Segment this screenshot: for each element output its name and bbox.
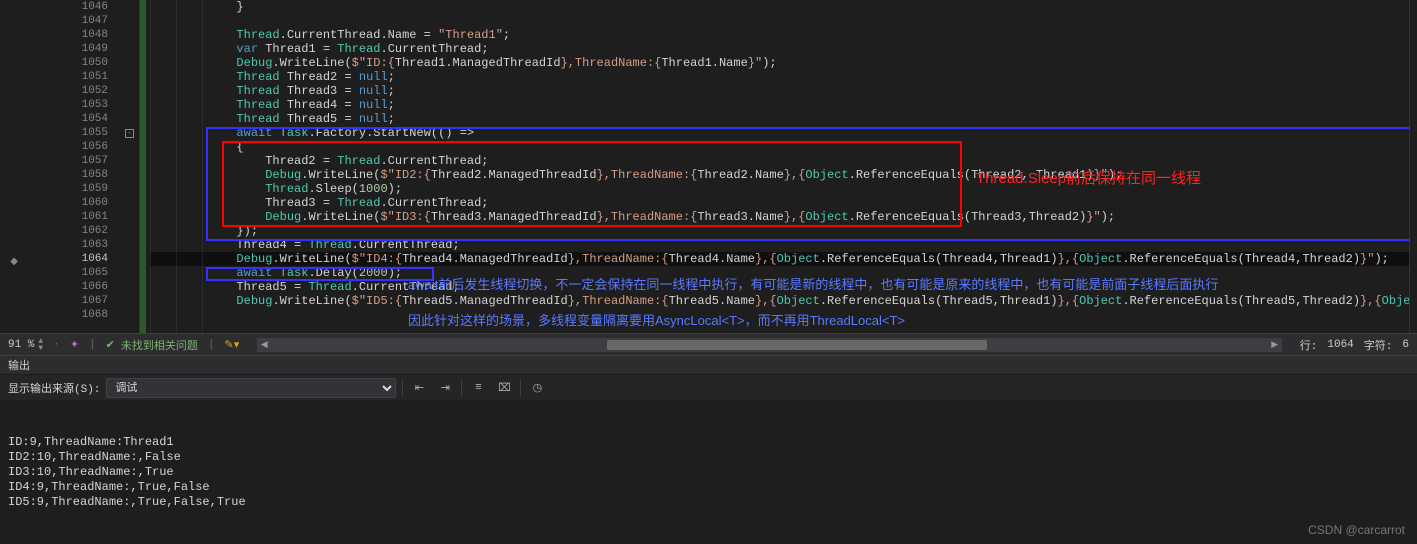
clock-icon[interactable]: ◷: [527, 378, 547, 398]
indent-right-icon[interactable]: ⇥: [435, 378, 455, 398]
breakpoint-margin[interactable]: ◆: [0, 0, 24, 333]
output-header[interactable]: 输出: [0, 355, 1417, 375]
indent-left-icon[interactable]: ⇤: [409, 378, 429, 398]
output-body[interactable]: ID:9,ThreadName:Thread1ID2:10,ThreadName…: [0, 401, 1417, 544]
fold-toggle-icon[interactable]: -: [125, 129, 134, 138]
annotation-blue-1: await前后发生线程切换，不一定会保持在同一线程中执行，有可能是新的线程中，也…: [408, 278, 1218, 292]
cursor-line-label: 行:: [1300, 337, 1318, 353]
annotation-blue-2: 因此针对这样的场景，多线程变量隔离要用AsyncLocal<T>，而不再用Thr…: [408, 314, 905, 328]
cursor-line-value: 1064: [1327, 339, 1353, 351]
output-toolbar: 显示输出来源(S): 调试 ⇤ ⇥ ≡ ⌧ ◷: [0, 375, 1417, 401]
zoom-stepper-icon[interactable]: ▲▼: [38, 338, 43, 352]
issues-status[interactable]: ✔ 未找到相关问题: [106, 337, 198, 353]
zoom-control[interactable]: 91 % ▲▼: [8, 338, 43, 352]
health-icon[interactable]: ✦: [70, 338, 79, 352]
toggle-list-icon[interactable]: ≡: [468, 378, 488, 398]
brush-icon[interactable]: ✎▾: [224, 338, 239, 352]
check-icon: ✔: [106, 338, 115, 352]
scroll-left-icon[interactable]: ◀: [257, 338, 271, 352]
output-title: 输出: [8, 357, 30, 373]
cursor-char-value: 6: [1402, 339, 1409, 351]
line-numbers: 1046104710481049105010511052105310541055…: [24, 0, 122, 333]
clear-icon[interactable]: ⌧: [494, 378, 514, 398]
scroll-right-icon[interactable]: ▶: [1268, 338, 1282, 352]
output-source-select[interactable]: 调试: [106, 378, 396, 398]
code-editor[interactable]: ◆ 10461047104810491050105110521053105410…: [0, 0, 1417, 333]
output-panel: 输出 显示输出来源(S): 调试 ⇤ ⇥ ≡ ⌧ ◷ ID:9,ThreadNa…: [0, 355, 1417, 544]
cursor-char-label: 字符:: [1364, 337, 1393, 353]
output-source-label: 显示输出来源(S):: [8, 380, 100, 396]
watermark: CSDN @carcarrot: [1308, 523, 1405, 538]
minimap[interactable]: [1409, 0, 1417, 333]
editor-statusbar: 91 % ▲▼ · ✦ | ✔ 未找到相关问题 | ✎▾ ◀ ▶ 行: 1064…: [0, 333, 1417, 355]
annotation-red: Thread.Sleep前后保持在同一线程: [976, 172, 1201, 186]
zoom-value: 91 %: [8, 339, 34, 351]
fold-margin[interactable]: -: [122, 0, 140, 333]
code-content[interactable]: } Thread.CurrentThread.Name = "Thread1";…: [146, 0, 1409, 333]
breakpoint-icon: ◆: [10, 256, 18, 268]
scroll-thumb[interactable]: [607, 340, 987, 350]
horizontal-scrollbar[interactable]: ◀ ▶: [257, 338, 1282, 352]
issues-text: 未找到相关问题: [121, 337, 198, 353]
